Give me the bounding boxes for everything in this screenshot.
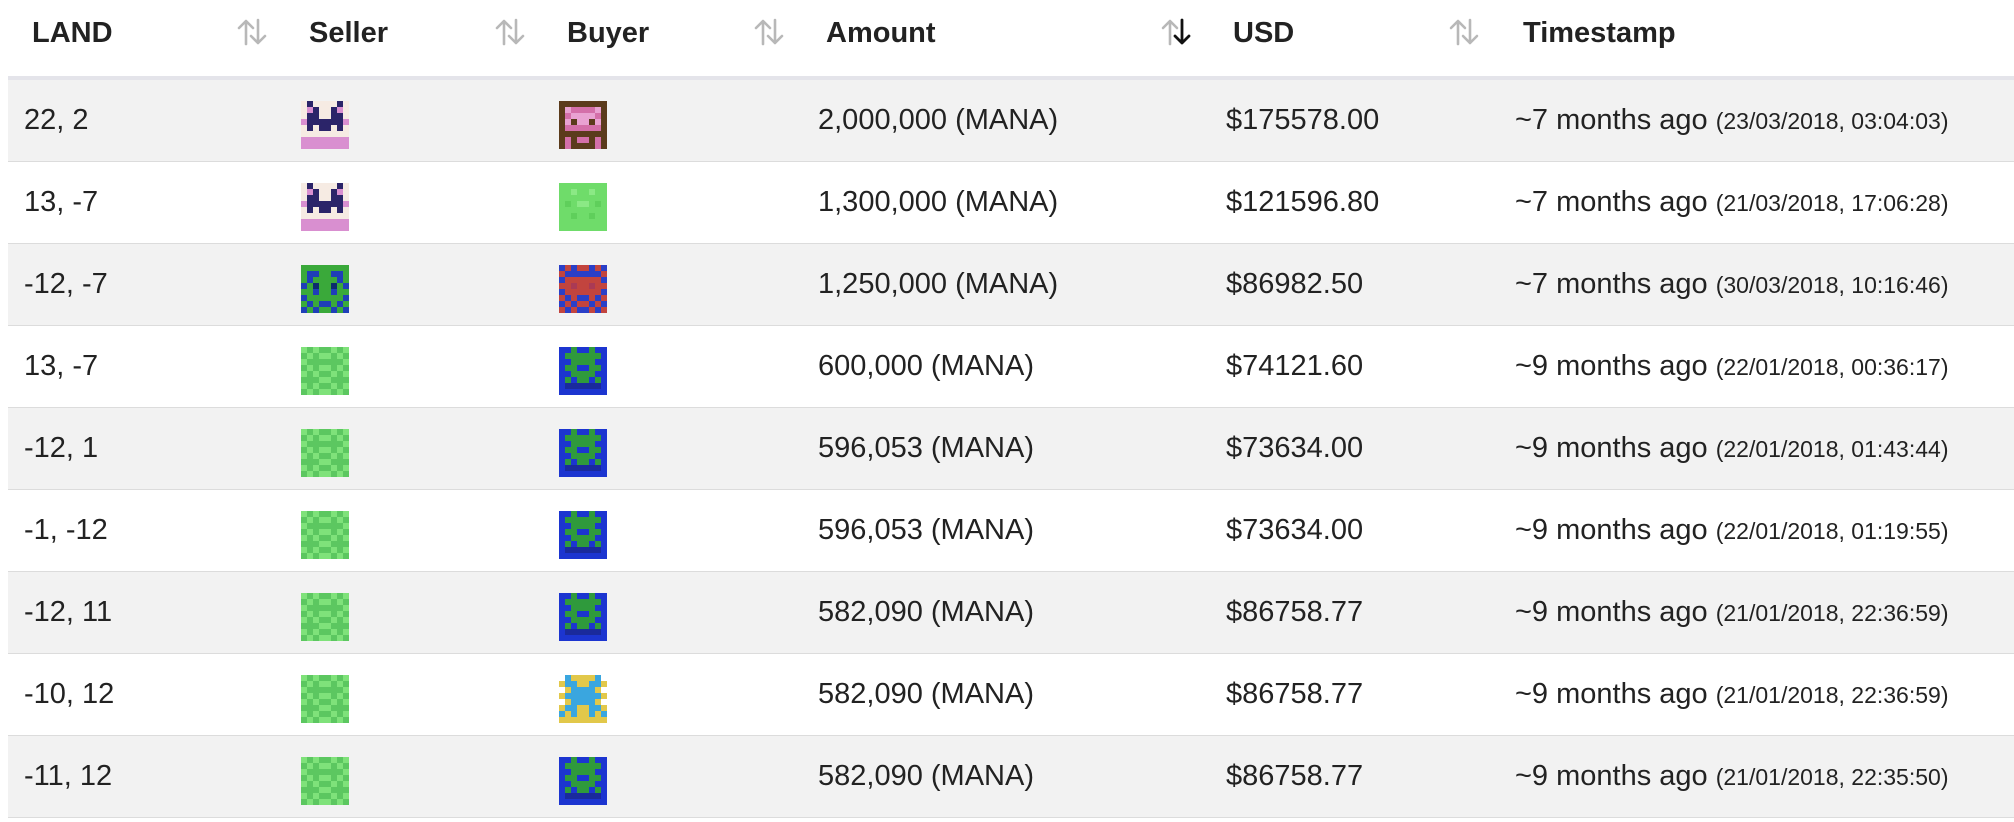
timestamp-cell: ~9 months ago (22/01/2018, 00:36:17): [1515, 326, 1948, 407]
buyer-avatar[interactable]: [559, 347, 607, 395]
buyer-avatar[interactable]: [559, 429, 607, 477]
sort-usd-icon[interactable]: [1446, 14, 1482, 50]
amount-value: 596,053 (MANA): [818, 432, 1034, 464]
land-coordinates[interactable]: -12, 11: [24, 572, 112, 653]
timestamp-cell: ~7 months ago (21/03/2018, 17:06:28): [1515, 162, 1948, 243]
table-row[interactable]: 13, -7 600,000 (MANA) $74121.60 ~9 months a…: [8, 326, 2014, 408]
table-row[interactable]: -12, 11 582,090 (MANA) $86758.77 ~9 months …: [8, 572, 2014, 654]
absolute-datetime: (22/01/2018, 00:36:17): [1715, 354, 1949, 380]
table-row[interactable]: 13, -7 1,300,000 (MANA) $121596.80 ~7 month…: [8, 162, 2014, 244]
table-row[interactable]: -11, 12 582,090 (MANA) $86758.77 ~9 months …: [8, 736, 2014, 818]
amount-value: 600,000 (MANA): [818, 350, 1034, 382]
column-header-land[interactable]: LAND: [32, 0, 113, 66]
seller-avatar[interactable]: [301, 675, 349, 723]
land-coordinates[interactable]: -10, 12: [24, 654, 114, 735]
land-coordinates[interactable]: 13, -7: [24, 162, 98, 243]
buyer-avatar[interactable]: [559, 593, 607, 641]
land-coordinates[interactable]: -12, -7: [24, 244, 108, 325]
amount-value: 596,053 (MANA): [818, 514, 1034, 546]
seller-avatar[interactable]: [301, 183, 349, 231]
absolute-datetime: (22/01/2018, 01:43:44): [1715, 436, 1949, 462]
absolute-datetime: (30/03/2018, 10:16:46): [1715, 272, 1949, 298]
amount-value: 1,250,000 (MANA): [818, 268, 1059, 300]
table-row[interactable]: 22, 2 2,000,000 (MANA) $175578.00 ~7 months…: [8, 80, 2014, 162]
column-header-usd[interactable]: USD: [1233, 0, 1294, 66]
timestamp-cell: ~9 months ago (21/01/2018, 22:35:50): [1515, 736, 1948, 817]
table-body: 22, 2 2,000,000 (MANA) $175578.00 ~7 months…: [8, 80, 2014, 818]
buyer-avatar[interactable]: [559, 101, 607, 149]
usd-value: $73634.00: [1226, 514, 1364, 546]
amount-value: 582,090 (MANA): [818, 760, 1034, 792]
absolute-datetime: (21/03/2018, 17:06:28): [1715, 190, 1949, 216]
usd-value: $121596.80: [1226, 186, 1380, 218]
absolute-datetime: (21/01/2018, 22:35:50): [1715, 764, 1949, 790]
amount-value: 1,300,000 (MANA): [818, 186, 1059, 218]
timestamp-cell: ~7 months ago (30/03/2018, 10:16:46): [1515, 244, 1948, 325]
sort-seller-icon[interactable]: [492, 14, 528, 50]
sort-amount-descending-icon[interactable]: [1158, 14, 1194, 50]
usd-value: $86758.77: [1226, 760, 1364, 792]
usd-value: $86758.77: [1226, 678, 1364, 710]
seller-avatar[interactable]: [301, 429, 349, 477]
buyer-avatar[interactable]: [559, 511, 607, 559]
usd-value: $86758.77: [1226, 596, 1364, 628]
seller-avatar[interactable]: [301, 757, 349, 805]
relative-time: ~9 months ago: [1515, 350, 1708, 382]
table-row[interactable]: -12, -7 1,250,000 (MANA) $86982.50 ~7 month…: [8, 244, 2014, 326]
table-row[interactable]: -12, 1 596,053 (MANA) $73634.00 ~9 months a…: [8, 408, 2014, 490]
timestamp-cell: ~9 months ago (22/01/2018, 01:43:44): [1515, 408, 1948, 489]
amount-value: 582,090 (MANA): [818, 596, 1034, 628]
relative-time: ~7 months ago: [1515, 186, 1708, 218]
usd-value: $73634.00: [1226, 432, 1364, 464]
relative-time: ~9 months ago: [1515, 432, 1708, 464]
seller-avatar[interactable]: [301, 265, 349, 313]
table-row[interactable]: -10, 12 582,090 (MANA) $86758.77 ~9 months …: [8, 654, 2014, 736]
seller-avatar[interactable]: [301, 511, 349, 559]
table-header: LAND Seller Buyer Amount USD Timestamp: [8, 0, 2014, 80]
land-coordinates[interactable]: -12, 1: [24, 408, 98, 489]
column-header-seller[interactable]: Seller: [309, 0, 388, 66]
usd-value: $86982.50: [1226, 268, 1364, 300]
sort-land-icon[interactable]: [234, 14, 270, 50]
column-header-timestamp[interactable]: Timestamp: [1523, 0, 1676, 66]
absolute-datetime: (21/01/2018, 22:36:59): [1715, 600, 1949, 626]
land-coordinates[interactable]: 13, -7: [24, 326, 98, 407]
land-coordinates[interactable]: 22, 2: [24, 80, 89, 161]
usd-value: $74121.60: [1226, 350, 1364, 382]
sort-buyer-icon[interactable]: [751, 14, 787, 50]
seller-avatar[interactable]: [301, 347, 349, 395]
absolute-datetime: (22/01/2018, 01:19:55): [1715, 518, 1949, 544]
absolute-datetime: (21/01/2018, 22:36:59): [1715, 682, 1949, 708]
seller-avatar[interactable]: [301, 593, 349, 641]
buyer-avatar[interactable]: [559, 757, 607, 805]
relative-time: ~7 months ago: [1515, 104, 1708, 136]
buyer-avatar[interactable]: [559, 183, 607, 231]
usd-value: $175578.00: [1226, 104, 1380, 136]
timestamp-cell: ~9 months ago (21/01/2018, 22:36:59): [1515, 654, 1948, 735]
amount-value: 582,090 (MANA): [818, 678, 1034, 710]
buyer-avatar[interactable]: [559, 265, 607, 313]
land-coordinates[interactable]: -11, 12: [24, 736, 112, 817]
land-coordinates[interactable]: -1, -12: [24, 490, 108, 571]
timestamp-cell: ~9 months ago (21/01/2018, 22:36:59): [1515, 572, 1948, 653]
timestamp-cell: ~9 months ago (22/01/2018, 01:19:55): [1515, 490, 1948, 571]
timestamp-cell: ~7 months ago (23/03/2018, 03:04:03): [1515, 80, 1948, 161]
relative-time: ~7 months ago: [1515, 268, 1708, 300]
relative-time: ~9 months ago: [1515, 514, 1708, 546]
seller-avatar[interactable]: [301, 101, 349, 149]
column-header-amount[interactable]: Amount: [826, 0, 936, 66]
amount-value: 2,000,000 (MANA): [818, 104, 1059, 136]
relative-time: ~9 months ago: [1515, 760, 1708, 792]
relative-time: ~9 months ago: [1515, 678, 1708, 710]
absolute-datetime: (23/03/2018, 03:04:03): [1715, 108, 1949, 134]
buyer-avatar[interactable]: [559, 675, 607, 723]
sales-table: LAND Seller Buyer Amount USD Timestamp 2…: [8, 0, 2014, 818]
table-row[interactable]: -1, -12 596,053 (MANA) $73634.00 ~9 months …: [8, 490, 2014, 572]
relative-time: ~9 months ago: [1515, 596, 1708, 628]
column-header-buyer[interactable]: Buyer: [567, 0, 649, 66]
